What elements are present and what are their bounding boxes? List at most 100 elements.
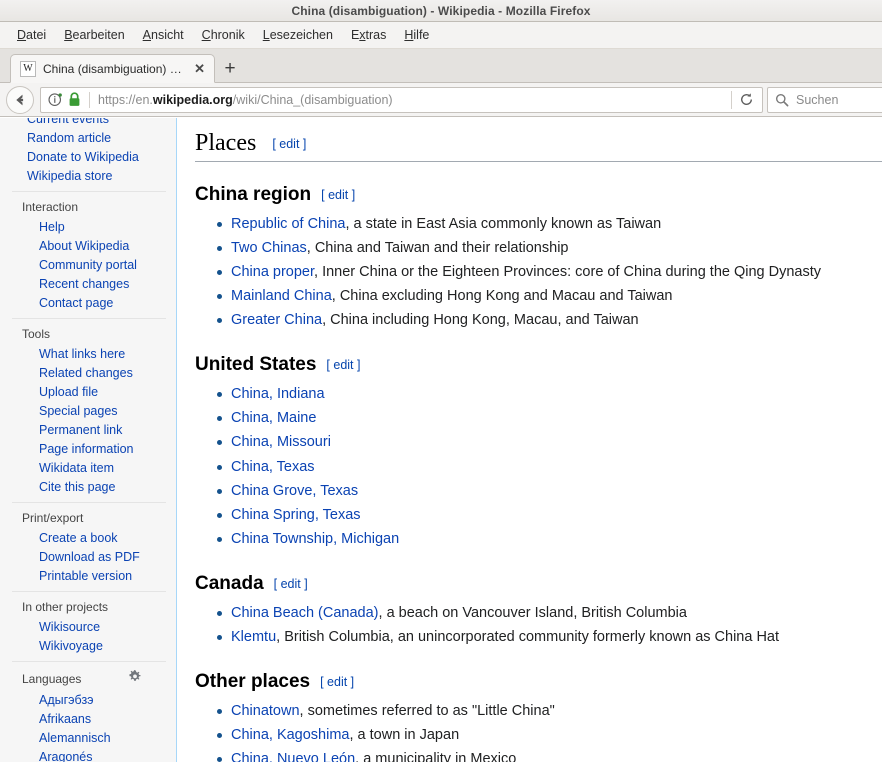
edit-link[interactable]: [ edit ] — [321, 188, 355, 202]
sidebar-item-printable-version[interactable]: Printable version — [12, 566, 166, 585]
sidebar-portal-heading: Interaction — [12, 197, 166, 217]
article-link-chinatown[interactable]: Chinatown — [231, 703, 300, 719]
sidebar-item-cite-this-page[interactable]: Cite this page — [12, 477, 166, 496]
article-link-china-beach-canada[interactable]: China Beach (Canada) — [231, 605, 379, 621]
edit-link[interactable]: [ edit ] — [274, 577, 308, 591]
article-link-china-township-michigan[interactable]: China Township, Michigan — [231, 531, 399, 547]
article-link-china-grove-texas[interactable]: China Grove, Texas — [231, 483, 358, 499]
edit-section-link[interactable]: [ edit ] — [274, 577, 308, 591]
edit-link[interactable]: [ edit ] — [326, 358, 360, 372]
padlock-icon[interactable] — [68, 92, 81, 107]
sidebar-item-alemannisch[interactable]: Alemannisch — [12, 728, 166, 747]
menu-item-lesezeichen[interactable]: Lesezeichen — [254, 25, 342, 45]
sidebar-item-donate-to-wikipedia[interactable]: Donate to Wikipedia — [0, 147, 176, 166]
page-info-icon[interactable] — [48, 92, 63, 107]
list-item: Mainland China, China excluding Hong Kon… — [217, 284, 882, 308]
sidebar-item-wikisource[interactable]: Wikisource — [12, 617, 166, 636]
list-item-description: , China including Hong Kong, Macau, and … — [322, 312, 639, 329]
menu-item-chronik[interactable]: Chronik — [193, 25, 254, 45]
list-item: China, Nuevo León, a municipality in Mex… — [217, 747, 882, 762]
menu-item-ansicht[interactable]: Ansicht — [134, 25, 193, 45]
article-link-china-kagoshima[interactable]: China, Kagoshima — [231, 727, 350, 743]
url-prefix: https://en. — [98, 92, 153, 107]
sidebar-portal-heading: Languages — [12, 667, 166, 690]
article-link-china-missouri[interactable]: China, Missouri — [231, 434, 331, 450]
url-bar[interactable]: https://en.wikipedia.org/wiki/China_(dis… — [40, 86, 763, 113]
list-item: China Township, Michigan — [217, 527, 882, 551]
sidebar-item-special-pages[interactable]: Special pages — [12, 401, 166, 420]
sidebar-item-contact-page[interactable]: Contact page — [12, 293, 166, 312]
menu-item-hilfe[interactable]: Hilfe — [395, 25, 438, 45]
page-title: Places — [195, 130, 257, 156]
article-link-china-proper[interactable]: China proper — [231, 264, 314, 280]
article-link-china-texas[interactable]: China, Texas — [231, 459, 315, 475]
article-link-china-nuevo-le-n[interactable]: China, Nuevo León — [231, 751, 355, 762]
sidebar-item-afrikaans[interactable]: Afrikaans — [12, 709, 166, 728]
article-link-mainland-china[interactable]: Mainland China — [231, 288, 332, 304]
disambiguation-list: Republic of China, a state in East Asia … — [195, 212, 882, 332]
reload-button[interactable] — [732, 87, 760, 113]
edit-link[interactable]: [ edit ] — [272, 137, 306, 151]
sidebar-portal-heading-label: Languages — [22, 671, 82, 686]
list-item-description: , Inner China or the Eighteen Provinces:… — [314, 264, 822, 281]
new-tab-button[interactable]: + — [215, 54, 245, 83]
close-icon[interactable]: ✕ — [192, 62, 207, 75]
sidebar-portal-in-other-projects: In other projects Wikisource Wikivoyage — [12, 591, 166, 661]
disambiguation-list: China Beach (Canada), a beach on Vancouv… — [195, 601, 882, 649]
sidebar-item-recent-changes[interactable]: Recent changes — [12, 274, 166, 293]
wikipedia-favicon-icon: W — [20, 60, 36, 77]
sidebar-item-[interactable]: Адыгэбзэ — [12, 690, 166, 709]
sidebar-item-random-article[interactable]: Random article — [0, 128, 176, 147]
sidebar-item-wikipedia-store[interactable]: Wikipedia store — [0, 166, 176, 185]
list-item: China proper, Inner China or the Eightee… — [217, 260, 882, 284]
edit-section-link[interactable]: [ edit ] — [272, 137, 306, 151]
edit-link[interactable]: [ edit ] — [320, 675, 354, 689]
menu-bar: Datei Bearbeiten Ansicht Chronik Lesezeichen… — [0, 22, 882, 49]
sidebar-item-about-wikipedia[interactable]: About Wikipedia — [12, 236, 166, 255]
sidebar-item-current-events[interactable]: Current events — [0, 118, 176, 128]
article-link-china-maine[interactable]: China, Maine — [231, 410, 316, 426]
search-input[interactable]: Suchen — [796, 93, 838, 107]
list-item: Chinatown, sometimes referred to as "Lit… — [217, 699, 882, 723]
sidebar-item-download-as-pdf[interactable]: Download as PDF — [12, 547, 166, 566]
menu-item-datei[interactable]: Datei — [8, 25, 55, 45]
sidebar-item-page-information[interactable]: Page information — [12, 439, 166, 458]
sidebar-portal-languages: Languages Адыгэбзэ Afrikaans Alemannisch Ara… — [12, 661, 166, 762]
sidebar-item-aragon-s[interactable]: Aragonés — [12, 747, 166, 762]
wikipedia-sidebar: Current events Random article Donate to Wi… — [0, 118, 177, 762]
sidebar-item-create-a-book[interactable]: Create a book — [12, 528, 166, 547]
sidebar-item-wikivoyage[interactable]: Wikivoyage — [12, 636, 166, 655]
article-link-china-indiana[interactable]: China, Indiana — [231, 386, 325, 402]
sidebar-item-wikidata-item[interactable]: Wikidata item — [12, 458, 166, 477]
menu-item-bearbeiten[interactable]: Bearbeiten — [55, 25, 133, 45]
edit-section-link[interactable]: [ edit ] — [326, 358, 360, 372]
edit-section-link[interactable]: [ edit ] — [320, 675, 354, 689]
section-list: China region[ edit ] Republic of China, a… — [195, 184, 882, 762]
sidebar-portal-tools: Tools What links here Related changes Uploa… — [12, 318, 166, 502]
sidebar-portal-heading-label: In other projects — [22, 600, 109, 614]
sidebar-item-help[interactable]: Help — [12, 217, 166, 236]
sidebar-item-community-portal[interactable]: Community portal — [12, 255, 166, 274]
article-link-greater-china[interactable]: Greater China — [231, 312, 322, 328]
section-title: Canada — [195, 572, 264, 594]
list-item-description: , China and Taiwan and their relationshi… — [306, 240, 569, 257]
list-item-description: , a town in Japan — [349, 726, 460, 743]
gear-icon[interactable] — [128, 669, 142, 687]
tab-china-disambiguation[interactable]: W China (disambiguation) - ... ✕ — [10, 54, 215, 83]
list-item-description: , sometimes referred to as "Little China… — [299, 702, 555, 719]
sidebar-item-related-changes[interactable]: Related changes — [12, 363, 166, 382]
url-host: wikipedia.org — [152, 92, 233, 107]
search-bar[interactable]: Suchen — [767, 86, 882, 113]
edit-section-link[interactable]: [ edit ] — [321, 188, 355, 202]
sidebar-item-what-links-here[interactable]: What links here — [12, 344, 166, 363]
list-item: Klemtu, British Columbia, an unincorpora… — [217, 625, 882, 649]
sidebar-item-upload-file[interactable]: Upload file — [12, 382, 166, 401]
article-link-republic-of-china[interactable]: Republic of China — [231, 216, 345, 232]
back-button[interactable] — [6, 85, 34, 114]
article-link-china-spring-texas[interactable]: China Spring, Texas — [231, 507, 361, 523]
sidebar-portal-heading-label: Print/export — [22, 511, 84, 525]
menu-item-extras[interactable]: Extras — [342, 25, 395, 45]
sidebar-item-permanent-link[interactable]: Permanent link — [12, 420, 166, 439]
article-link-klemtu[interactable]: Klemtu — [231, 629, 276, 645]
article-link-two-chinas[interactable]: Two Chinas — [231, 240, 307, 256]
